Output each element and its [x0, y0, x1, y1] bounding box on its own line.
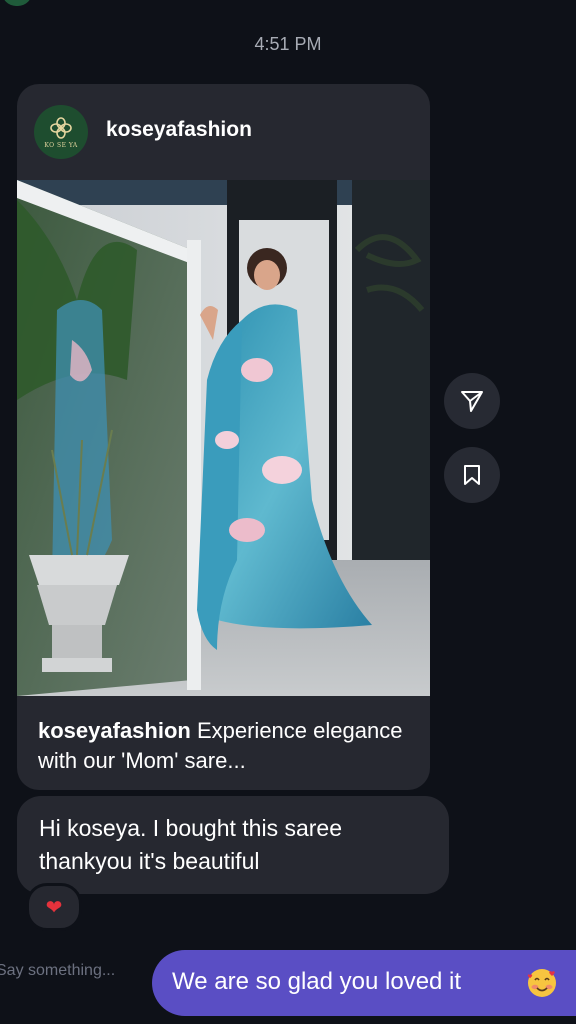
share-post-button[interactable] [444, 373, 500, 429]
received-message[interactable]: Hi koseya. I bought this saree thankyou … [17, 796, 449, 894]
logo-knot-icon [50, 117, 72, 139]
post-username[interactable]: koseyafashion [106, 118, 252, 142]
smiling-face-with-hearts-icon [527, 969, 556, 997]
post-avatar[interactable]: KO SE YA [34, 105, 88, 159]
received-message-text: Hi koseya. I bought this saree thankyou … [39, 815, 342, 874]
shared-post-card[interactable]: KO SE YA koseyafashion koseyafashion Exp… [17, 84, 430, 790]
sent-message[interactable]: We are so glad you loved it [152, 950, 576, 1016]
caption-username[interactable]: koseyafashion [38, 718, 191, 743]
heart-icon: ❤ [45, 896, 63, 919]
post-image[interactable] [17, 180, 430, 696]
top-avatar [2, 0, 32, 6]
bookmark-icon [464, 465, 480, 485]
logo-wordmark: KO SE YA [44, 142, 78, 149]
save-post-button[interactable] [444, 447, 500, 503]
post-caption[interactable]: koseyafashion Experience elegance with o… [38, 716, 418, 776]
top-cut-header [0, 0, 576, 6]
thread-timestamp: 4:51 PM [254, 34, 322, 54]
heart-reaction[interactable]: ❤ [26, 883, 82, 931]
send-icon [461, 391, 483, 412]
post-header[interactable]: KO SE YA koseyafashion [17, 84, 430, 180]
sent-message-text: We are so glad you loved it [172, 968, 462, 995]
message-input[interactable]: Say something... [0, 962, 115, 980]
